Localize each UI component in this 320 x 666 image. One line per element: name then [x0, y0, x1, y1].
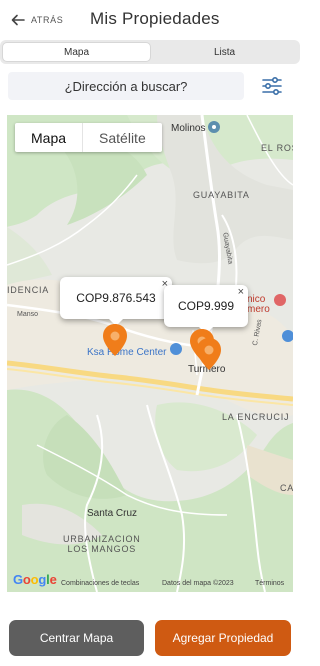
map-pin-icon[interactable] [196, 337, 222, 371]
close-icon[interactable]: × [238, 286, 244, 298]
map-label-manso: Manso [17, 311, 39, 318]
tab-mapa[interactable]: Mapa [2, 42, 151, 62]
map-label-la-encrucija: LA ENCRUCIJ [222, 412, 290, 422]
center-map-button[interactable]: Centrar Mapa [9, 620, 144, 656]
back-label: ATRÁS [31, 15, 64, 25]
map-type-satellite-button[interactable]: Satélite [82, 123, 162, 152]
map-label-el-ros: EL ROS [261, 143, 293, 153]
back-button[interactable]: ATRÁS [10, 10, 63, 30]
map-label-ca: CA [280, 483, 293, 493]
page-title: Mis Propiedades [90, 9, 220, 28]
map-pin-icon[interactable] [102, 323, 128, 357]
view-tabs: Mapa Lista [0, 40, 300, 64]
map-label-idencia: IDENCIA [7, 285, 50, 295]
map-label-santa-cruz: Santa Cruz [87, 508, 138, 519]
google-logo: Google [13, 572, 57, 587]
address-search-input[interactable] [8, 72, 244, 100]
map-view[interactable]: Molinos EL ROS GUAYABITA Guayabita IDENC… [7, 115, 293, 592]
map-type-map-button[interactable]: Mapa [15, 123, 82, 152]
map-label-guayabita: GUAYABITA [193, 190, 250, 200]
map-type-control: Mapa Satélite [15, 123, 162, 152]
terms-link[interactable]: Términos [255, 580, 284, 587]
marker-price: COP9.876.543 [76, 291, 156, 305]
marker-info-window[interactable]: COP9.876.543 × [60, 277, 172, 326]
tab-lista[interactable]: Lista [151, 42, 298, 62]
search-box [8, 72, 244, 100]
map-label-molinos: Molinos [171, 123, 206, 134]
sliders-icon [262, 76, 282, 96]
arrow-left-icon [11, 14, 25, 26]
map-label-urbanizacion: URBANIZACION LOS MANGOS [63, 534, 141, 554]
add-property-button[interactable]: Agregar Propiedad [155, 620, 291, 656]
header: ATRÁS Mis Propiedades [0, 0, 300, 40]
keyboard-shortcuts-link[interactable]: Combinaciones de teclas [61, 580, 139, 587]
marker-price: COP9.999 [177, 299, 235, 313]
filter-button[interactable] [258, 72, 286, 100]
map-label-nico-mero: nico mero [247, 294, 270, 315]
marker-info-window[interactable]: COP9.999 × [164, 285, 248, 334]
map-data-attribution: Datos del mapa ©2023 [162, 580, 234, 587]
